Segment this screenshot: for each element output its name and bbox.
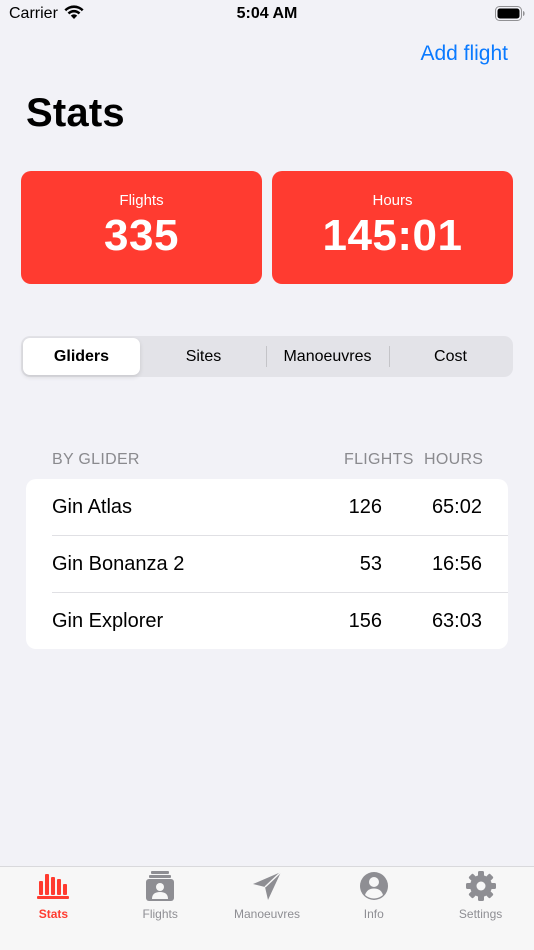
stats-segmented-control: Gliders Sites Manoeuvres Cost (21, 336, 513, 377)
glider-flights: 53 (359, 553, 382, 575)
flights-summary-value: 335 (104, 211, 179, 260)
tab-stats-label: Stats (38, 907, 69, 921)
glider-name: Gin Explorer (52, 610, 164, 632)
glider-hours: 16:56 (431, 553, 482, 575)
glider-name: Gin Atlas (52, 496, 133, 518)
tab-manoeuvres-label: Manoeuvres (233, 907, 301, 921)
hours-column-header: HOURS (424, 451, 484, 468)
flights-column-header: FLIGHTS (344, 451, 414, 468)
person-circle-icon (359, 872, 388, 900)
status-bar: Carrier 5:04 AM (0, 0, 534, 30)
by-glider-header: BY GLIDER (52, 451, 140, 468)
flights-summary-card: Flights 335 (21, 171, 262, 284)
add-flight-button[interactable]: Add flight (420, 42, 508, 66)
glider-hours: 65:02 (431, 496, 482, 518)
table-row[interactable]: Gin Explorer 156 63:03 (26, 593, 508, 649)
battery-icon (495, 6, 525, 26)
table-row[interactable]: Gin Bonanza 2 53 16:56 (26, 536, 508, 592)
tab-settings-label: Settings (458, 907, 503, 921)
segment-sites[interactable]: Sites (144, 338, 263, 375)
page-title: Stats (26, 91, 125, 135)
gear-icon (465, 871, 496, 901)
table-row[interactable]: Gin Atlas 126 65:02 (26, 479, 508, 535)
glider-flights: 126 (348, 496, 382, 518)
tab-bar: Stats Flights Manoeuvres Info Settings (0, 866, 534, 950)
segment-gliders[interactable]: Gliders (23, 338, 140, 375)
glider-flights: 156 (348, 610, 382, 632)
segment-cost[interactable]: Cost (390, 338, 511, 375)
glider-hours: 63:03 (431, 610, 482, 632)
tab-flights[interactable]: Flights (107, 867, 214, 931)
paper-plane-icon (252, 871, 282, 900)
clock: 5:04 AM (236, 5, 298, 22)
tab-stats[interactable]: Stats (0, 867, 107, 931)
tab-settings[interactable]: Settings (427, 867, 534, 931)
tab-manoeuvres[interactable]: Manoeuvres (214, 867, 321, 931)
tab-flights-label: Flights (142, 907, 178, 921)
segment-manoeuvres[interactable]: Manoeuvres (267, 338, 388, 375)
hours-summary-card: Hours 145:01 (272, 171, 513, 284)
tab-info-label: Info (363, 907, 384, 921)
glider-section-header: BY GLIDER FLIGHTS HOURS (26, 451, 508, 471)
hours-summary-value: 145:01 (322, 211, 463, 260)
flights-summary-label: Flights (119, 192, 164, 209)
glider-stats-table: Gin Atlas 126 65:02 Gin Bonanza 2 53 16:… (26, 479, 508, 649)
logbook-icon (146, 871, 175, 901)
glider-name: Gin Bonanza 2 (52, 553, 185, 575)
tab-info[interactable]: Info (320, 867, 427, 931)
bar-chart-icon (37, 874, 70, 899)
hours-summary-label: Hours (372, 192, 413, 209)
